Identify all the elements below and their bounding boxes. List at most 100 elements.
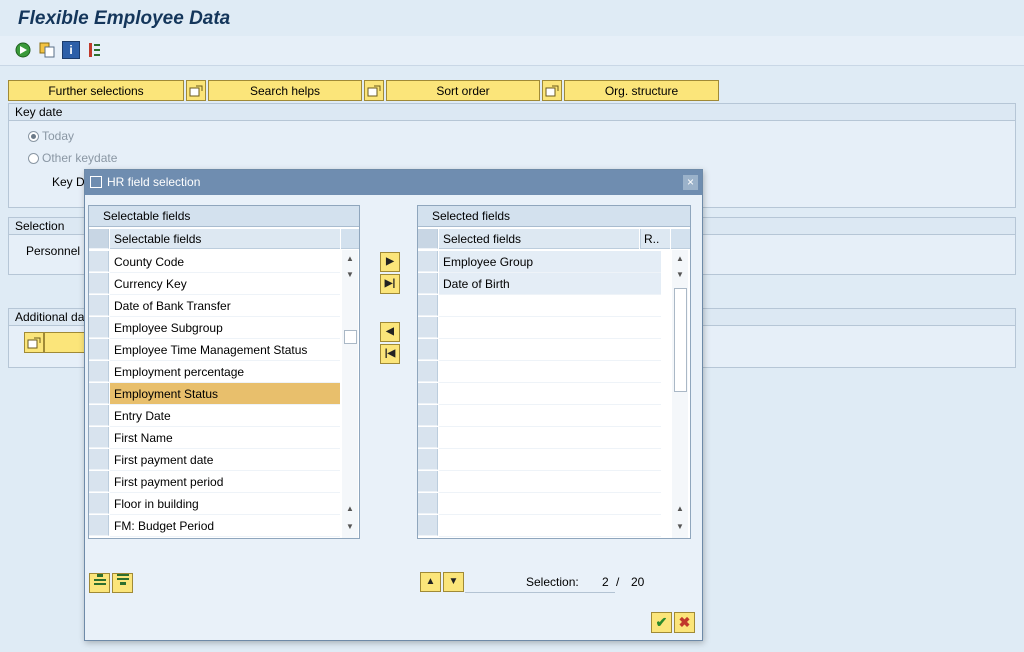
selected-row-selector[interactable] [418, 361, 438, 382]
cancel-x-icon[interactable]: ✖ [674, 612, 695, 633]
other-keydate-radio[interactable] [28, 153, 39, 164]
move-left-icon[interactable]: ◀ [380, 322, 400, 342]
further-selections-button[interactable]: Further selections [8, 80, 184, 101]
selected-row-selector[interactable] [418, 449, 438, 470]
row-selector[interactable] [89, 471, 109, 492]
scroll-down-icon[interactable]: ▼ [342, 268, 358, 282]
additional-data-button[interactable] [44, 332, 86, 353]
right-scroll-thumb[interactable] [674, 288, 687, 392]
selected-list-item[interactable] [439, 427, 661, 449]
move-up-icon[interactable]: ▲ [420, 572, 441, 592]
row-selector[interactable] [89, 515, 109, 536]
selected-row-selector[interactable] [418, 339, 438, 360]
search-helps-icon[interactable] [186, 80, 206, 101]
list-item[interactable]: FM: Budget Period [110, 515, 340, 537]
right-scroll-down-icon[interactable]: ▼ [672, 268, 688, 282]
selected-list-item[interactable] [439, 449, 661, 471]
right-page-up-icon[interactable]: ▲ [672, 502, 688, 516]
search-helps-button[interactable]: Search helps [208, 80, 362, 101]
list-item[interactable]: Date of Bank Transfer [110, 295, 340, 317]
selected-row-selector[interactable] [418, 405, 438, 426]
selected-row-selector[interactable] [418, 471, 438, 492]
right-scrollbar[interactable]: ▲ ▼ ▲ ▼ [672, 250, 688, 538]
list-item[interactable]: First payment date [110, 449, 340, 471]
selected-list-item[interactable] [439, 493, 661, 515]
selected-list-item[interactable] [439, 339, 661, 361]
sort-order-icon[interactable] [364, 80, 384, 101]
page-down-icon[interactable]: ▼ [342, 520, 358, 534]
selected-row-selector[interactable] [418, 515, 438, 536]
left-scrollbar[interactable]: ▲ ▼ ▲ ▼ [342, 250, 358, 538]
selected-list-item[interactable] [439, 515, 661, 537]
title-bar: Flexible Employee Data [0, 0, 1024, 36]
row-selector[interactable] [89, 273, 109, 294]
selected-list-item[interactable] [439, 405, 661, 427]
row-selector[interactable] [89, 405, 109, 426]
row-selector[interactable] [89, 317, 109, 338]
row-selector[interactable] [89, 493, 109, 514]
org-structure-button[interactable]: Org. structure [564, 80, 719, 101]
row-selector[interactable] [89, 449, 109, 470]
selected-select-all-cell[interactable] [418, 229, 438, 249]
selected-row-selector[interactable] [418, 251, 438, 272]
list-item[interactable]: Currency Key [110, 273, 340, 295]
selected-list-item[interactable] [439, 471, 661, 493]
select-all-cell[interactable] [89, 229, 109, 249]
list-icon[interactable] [86, 41, 104, 59]
execute-icon[interactable] [14, 41, 32, 59]
row-selector[interactable] [89, 383, 109, 404]
list-item[interactable]: First Name [110, 427, 340, 449]
row-selector[interactable] [89, 251, 109, 272]
close-icon[interactable]: × [683, 175, 698, 190]
info-glyph: i [69, 43, 73, 57]
selected-row-selector[interactable] [418, 317, 438, 338]
ok-check-icon[interactable]: ✔ [651, 612, 672, 633]
row-selector[interactable] [89, 427, 109, 448]
move-right-icon[interactable]: ▶ [380, 252, 400, 272]
today-radio[interactable] [28, 131, 39, 142]
page-title: Flexible Employee Data [18, 8, 231, 29]
move-all-left-icon[interactable]: |◀ [380, 344, 400, 364]
selected-row-selector[interactable] [418, 295, 438, 316]
selected-row-selector[interactable] [418, 383, 438, 404]
row-selector[interactable] [89, 295, 109, 316]
list-item[interactable]: Employment Status [110, 383, 340, 405]
row-selector[interactable] [89, 339, 109, 360]
selected-list-item[interactable] [439, 317, 661, 339]
list-item[interactable]: Employee Subgroup [110, 317, 340, 339]
column-settings-cell[interactable] [341, 229, 359, 249]
list-item[interactable]: Floor in building [110, 493, 340, 515]
selected-list-item[interactable]: Employee Group [439, 251, 661, 273]
page-up-icon[interactable]: ▲ [342, 502, 358, 516]
selected-list-item[interactable]: Date of Birth [439, 273, 661, 295]
selected-row-selector[interactable] [418, 273, 438, 294]
selected-list-item[interactable] [439, 383, 661, 405]
r-column-header[interactable]: R.. [640, 229, 670, 249]
list-item[interactable]: First payment period [110, 471, 340, 493]
copy-icon[interactable] [38, 41, 56, 59]
sort-order-button[interactable]: Sort order [386, 80, 540, 101]
selected-row-selector[interactable] [418, 493, 438, 514]
scroll-up-icon[interactable]: ▲ [342, 252, 358, 266]
move-down-icon[interactable]: ▼ [443, 572, 464, 592]
expand-all-icon[interactable] [89, 573, 110, 593]
move-all-right-icon[interactable]: ▶| [380, 274, 400, 294]
selectable-fields-column-header[interactable]: Selectable fields [110, 229, 340, 249]
right-page-down-icon[interactable]: ▼ [672, 520, 688, 534]
org-structure-icon[interactable] [542, 80, 562, 101]
additional-data-icon[interactable] [24, 332, 44, 353]
selected-fields-column-header[interactable]: Selected fields [439, 229, 639, 249]
left-scroll-thumb[interactable] [344, 330, 357, 344]
selected-list-item[interactable] [439, 361, 661, 383]
collapse-all-icon[interactable] [112, 573, 133, 593]
selected-column-settings-cell[interactable] [671, 229, 690, 249]
right-scroll-up-icon[interactable]: ▲ [672, 252, 688, 266]
list-item[interactable]: Employment percentage [110, 361, 340, 383]
list-item[interactable]: County Code [110, 251, 340, 273]
selected-list-item[interactable] [439, 295, 661, 317]
info-icon[interactable]: i [62, 41, 80, 59]
list-item[interactable]: Entry Date [110, 405, 340, 427]
list-item[interactable]: Employee Time Management Status [110, 339, 340, 361]
row-selector[interactable] [89, 361, 109, 382]
selected-row-selector[interactable] [418, 427, 438, 448]
